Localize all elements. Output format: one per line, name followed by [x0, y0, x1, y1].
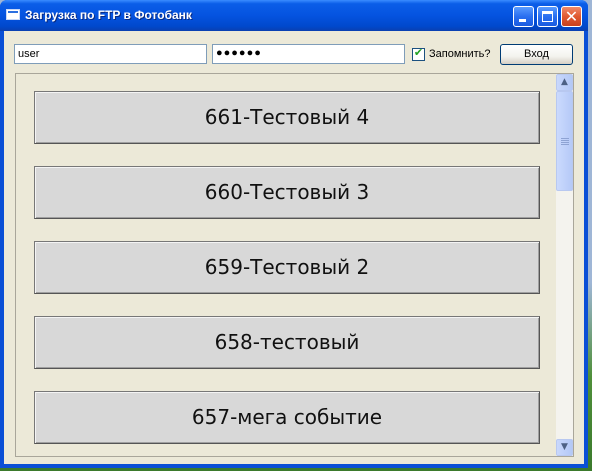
- title-bar[interactable]: Загрузка по FTP в Фотобанк ✕: [0, 0, 588, 31]
- app-window: Загрузка по FTP в Фотобанк ✕ user ●●●●●●…: [0, 0, 588, 468]
- vertical-scrollbar[interactable]: ▲ ▼: [556, 74, 573, 456]
- grip-icon: [561, 138, 569, 146]
- window-title: Загрузка по FTP в Фотобанк: [25, 8, 192, 22]
- password-input[interactable]: ●●●●●●: [212, 44, 405, 64]
- event-button[interactable]: 661-Тестовый 4: [34, 91, 540, 144]
- minimize-button[interactable]: [513, 6, 534, 27]
- minimize-icon: [519, 19, 526, 22]
- scroll-down-arrow-icon[interactable]: ▼: [556, 439, 573, 456]
- remember-label[interactable]: Запомнить?: [429, 48, 491, 60]
- login-button[interactable]: Вход: [500, 44, 573, 65]
- event-button[interactable]: 659-Тестовый 2: [34, 241, 540, 294]
- close-icon: ✕: [564, 7, 579, 26]
- events-list-panel: 661-Тестовый 4 660-Тестовый 3 659-Тестов…: [15, 73, 574, 457]
- event-button[interactable]: 658-тестовый: [34, 316, 540, 369]
- maximize-icon: [542, 11, 553, 22]
- event-button[interactable]: 660-Тестовый 3: [34, 166, 540, 219]
- scroll-up-arrow-icon[interactable]: ▲: [556, 74, 573, 91]
- scrollbar-thumb[interactable]: [556, 91, 573, 191]
- window-client-area: user ●●●●●● ✔ Запомнить? Вход 661-Тестов…: [4, 31, 584, 464]
- remember-checkbox[interactable]: ✔: [412, 46, 425, 61]
- close-button[interactable]: ✕: [561, 6, 582, 27]
- maximize-button[interactable]: [537, 6, 558, 27]
- checkmark-icon: ✔: [413, 46, 424, 59]
- username-input[interactable]: user: [14, 44, 207, 64]
- app-window-icon: [6, 9, 20, 20]
- event-button[interactable]: 657-мега событие: [34, 391, 540, 444]
